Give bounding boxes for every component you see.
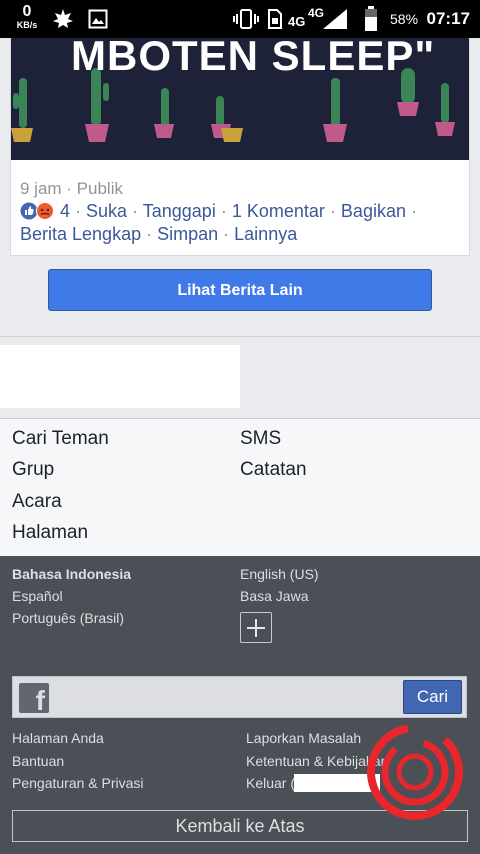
network-speed: 0 KB/s	[16, 3, 38, 30]
react-link[interactable]: Tanggapi	[143, 201, 216, 221]
full-story-link[interactable]: Berita Lengkap	[20, 224, 141, 244]
more-options-link[interactable]: Lainnya	[234, 224, 297, 244]
news-feed-post: MBOTEN SLEEP" 9 jam · Publik 4 · Suka · …	[10, 38, 470, 256]
events-link[interactable]: Acara	[12, 491, 62, 513]
search-input[interactable]	[55, 681, 400, 713]
pages-link[interactable]: Halaman	[12, 522, 88, 544]
settings-privacy-link[interactable]: Pengaturan & Privasi	[12, 775, 144, 791]
find-friends-link[interactable]: Cari Teman	[12, 428, 109, 450]
language-link-javanese[interactable]: Basa Jawa	[240, 588, 308, 604]
clock: 07:17	[426, 9, 470, 28]
watermark-logo-icon	[367, 724, 463, 820]
image-notification-icon	[88, 9, 108, 29]
sms-link[interactable]: SMS	[240, 428, 281, 450]
search-button[interactable]: Cari	[403, 680, 462, 714]
leaf-notification-icon	[53, 9, 73, 28]
current-language: Bahasa Indonesia	[12, 566, 132, 582]
post-image-text: MBOTEN SLEEP"	[71, 38, 436, 79]
report-problem-link[interactable]: Laporkan Masalah	[246, 730, 361, 746]
status-bar: 0 KB/s 4G 4G 58% 07:17	[0, 0, 480, 38]
reactions-icons[interactable]	[20, 202, 60, 220]
reaction-count[interactable]: 4	[60, 201, 70, 221]
network-type-1: 4G	[288, 14, 306, 29]
blank-panel	[0, 345, 240, 408]
notes-link[interactable]: Catatan	[240, 459, 307, 481]
your-pages-link[interactable]: Halaman Anda	[12, 730, 104, 746]
comments-link[interactable]: 1 Komentar	[232, 201, 325, 221]
see-more-stories-button[interactable]: Lihat Berita Lain	[48, 269, 432, 311]
post-actions: 4 · Suka · Tanggapi · 1 Komentar · Bagik…	[20, 201, 417, 244]
signal-icon	[323, 9, 347, 29]
groups-link[interactable]: Grup	[12, 459, 54, 481]
sim-card-icon	[268, 9, 282, 29]
post-image[interactable]: MBOTEN SLEEP"	[11, 38, 469, 160]
more-languages-button[interactable]	[240, 612, 272, 643]
facebook-logo-icon[interactable]: f	[19, 683, 49, 713]
language-link-portuguese[interactable]: Português (Brasil)	[12, 610, 124, 626]
logout-link[interactable]: Keluar (	[246, 775, 295, 791]
like-link[interactable]: Suka	[86, 201, 127, 221]
search-bar: f Cari	[12, 676, 467, 718]
bookmark-links: Cari Teman Grup Acara Halaman SMS Catata…	[0, 419, 480, 556]
help-link[interactable]: Bantuan	[12, 753, 64, 769]
battery-icon	[365, 6, 377, 31]
language-link-english[interactable]: English (US)	[240, 566, 319, 582]
battery-percent: 58%	[390, 11, 419, 27]
share-link[interactable]: Bagikan	[341, 201, 406, 221]
vibrate-icon	[233, 9, 259, 29]
divider	[0, 336, 480, 337]
save-link[interactable]: Simpan	[157, 224, 218, 244]
language-link-spanish[interactable]: Español	[12, 588, 63, 604]
post-meta: 9 jam · Publik	[20, 179, 123, 198]
